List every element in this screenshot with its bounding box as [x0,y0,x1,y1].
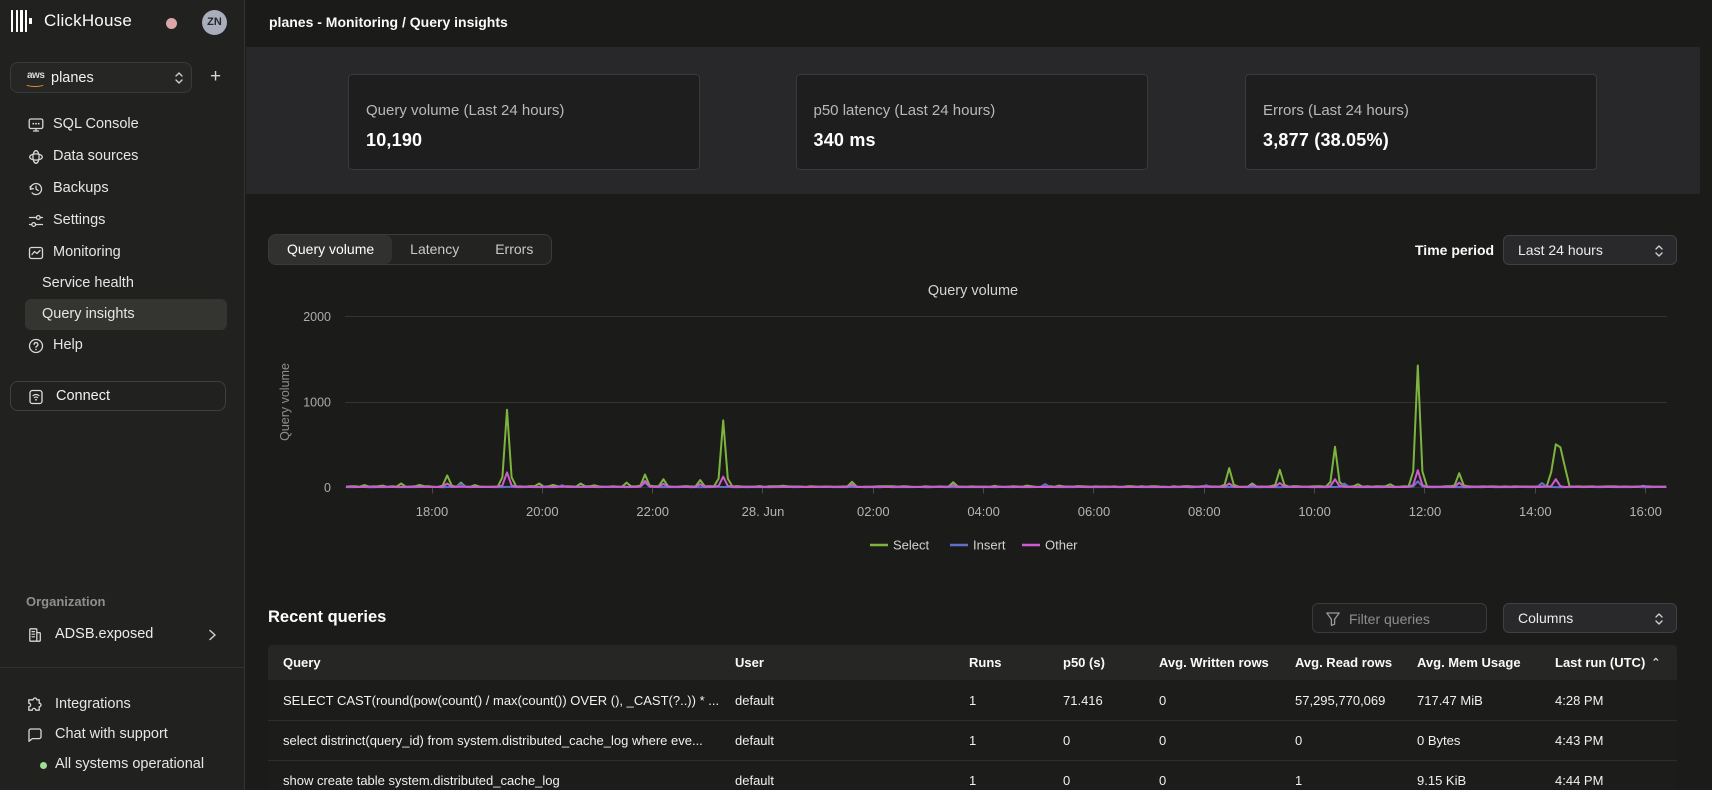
svg-text:08:00: 08:00 [1188,504,1221,519]
svg-text:Select: Select [893,538,930,553]
svg-text:04:00: 04:00 [967,504,1000,519]
svg-text:Query volume: Query volume [278,363,292,441]
svg-text:16:00: 16:00 [1629,504,1662,519]
svg-text:2000: 2000 [303,310,331,324]
svg-text:02:00: 02:00 [857,504,890,519]
svg-text:20:00: 20:00 [526,504,559,519]
svg-text:Other: Other [1045,538,1078,553]
svg-text:1000: 1000 [303,396,331,410]
svg-text:18:00: 18:00 [416,504,449,519]
svg-text:Query volume: Query volume [928,283,1018,299]
svg-text:Insert: Insert [973,538,1006,553]
svg-text:0: 0 [324,481,331,495]
svg-text:10:00: 10:00 [1298,504,1331,519]
svg-text:22:00: 22:00 [636,504,669,519]
svg-text:12:00: 12:00 [1409,504,1442,519]
svg-text:14:00: 14:00 [1519,504,1552,519]
svg-text:28. Jun: 28. Jun [742,504,785,519]
svg-text:06:00: 06:00 [1078,504,1111,519]
